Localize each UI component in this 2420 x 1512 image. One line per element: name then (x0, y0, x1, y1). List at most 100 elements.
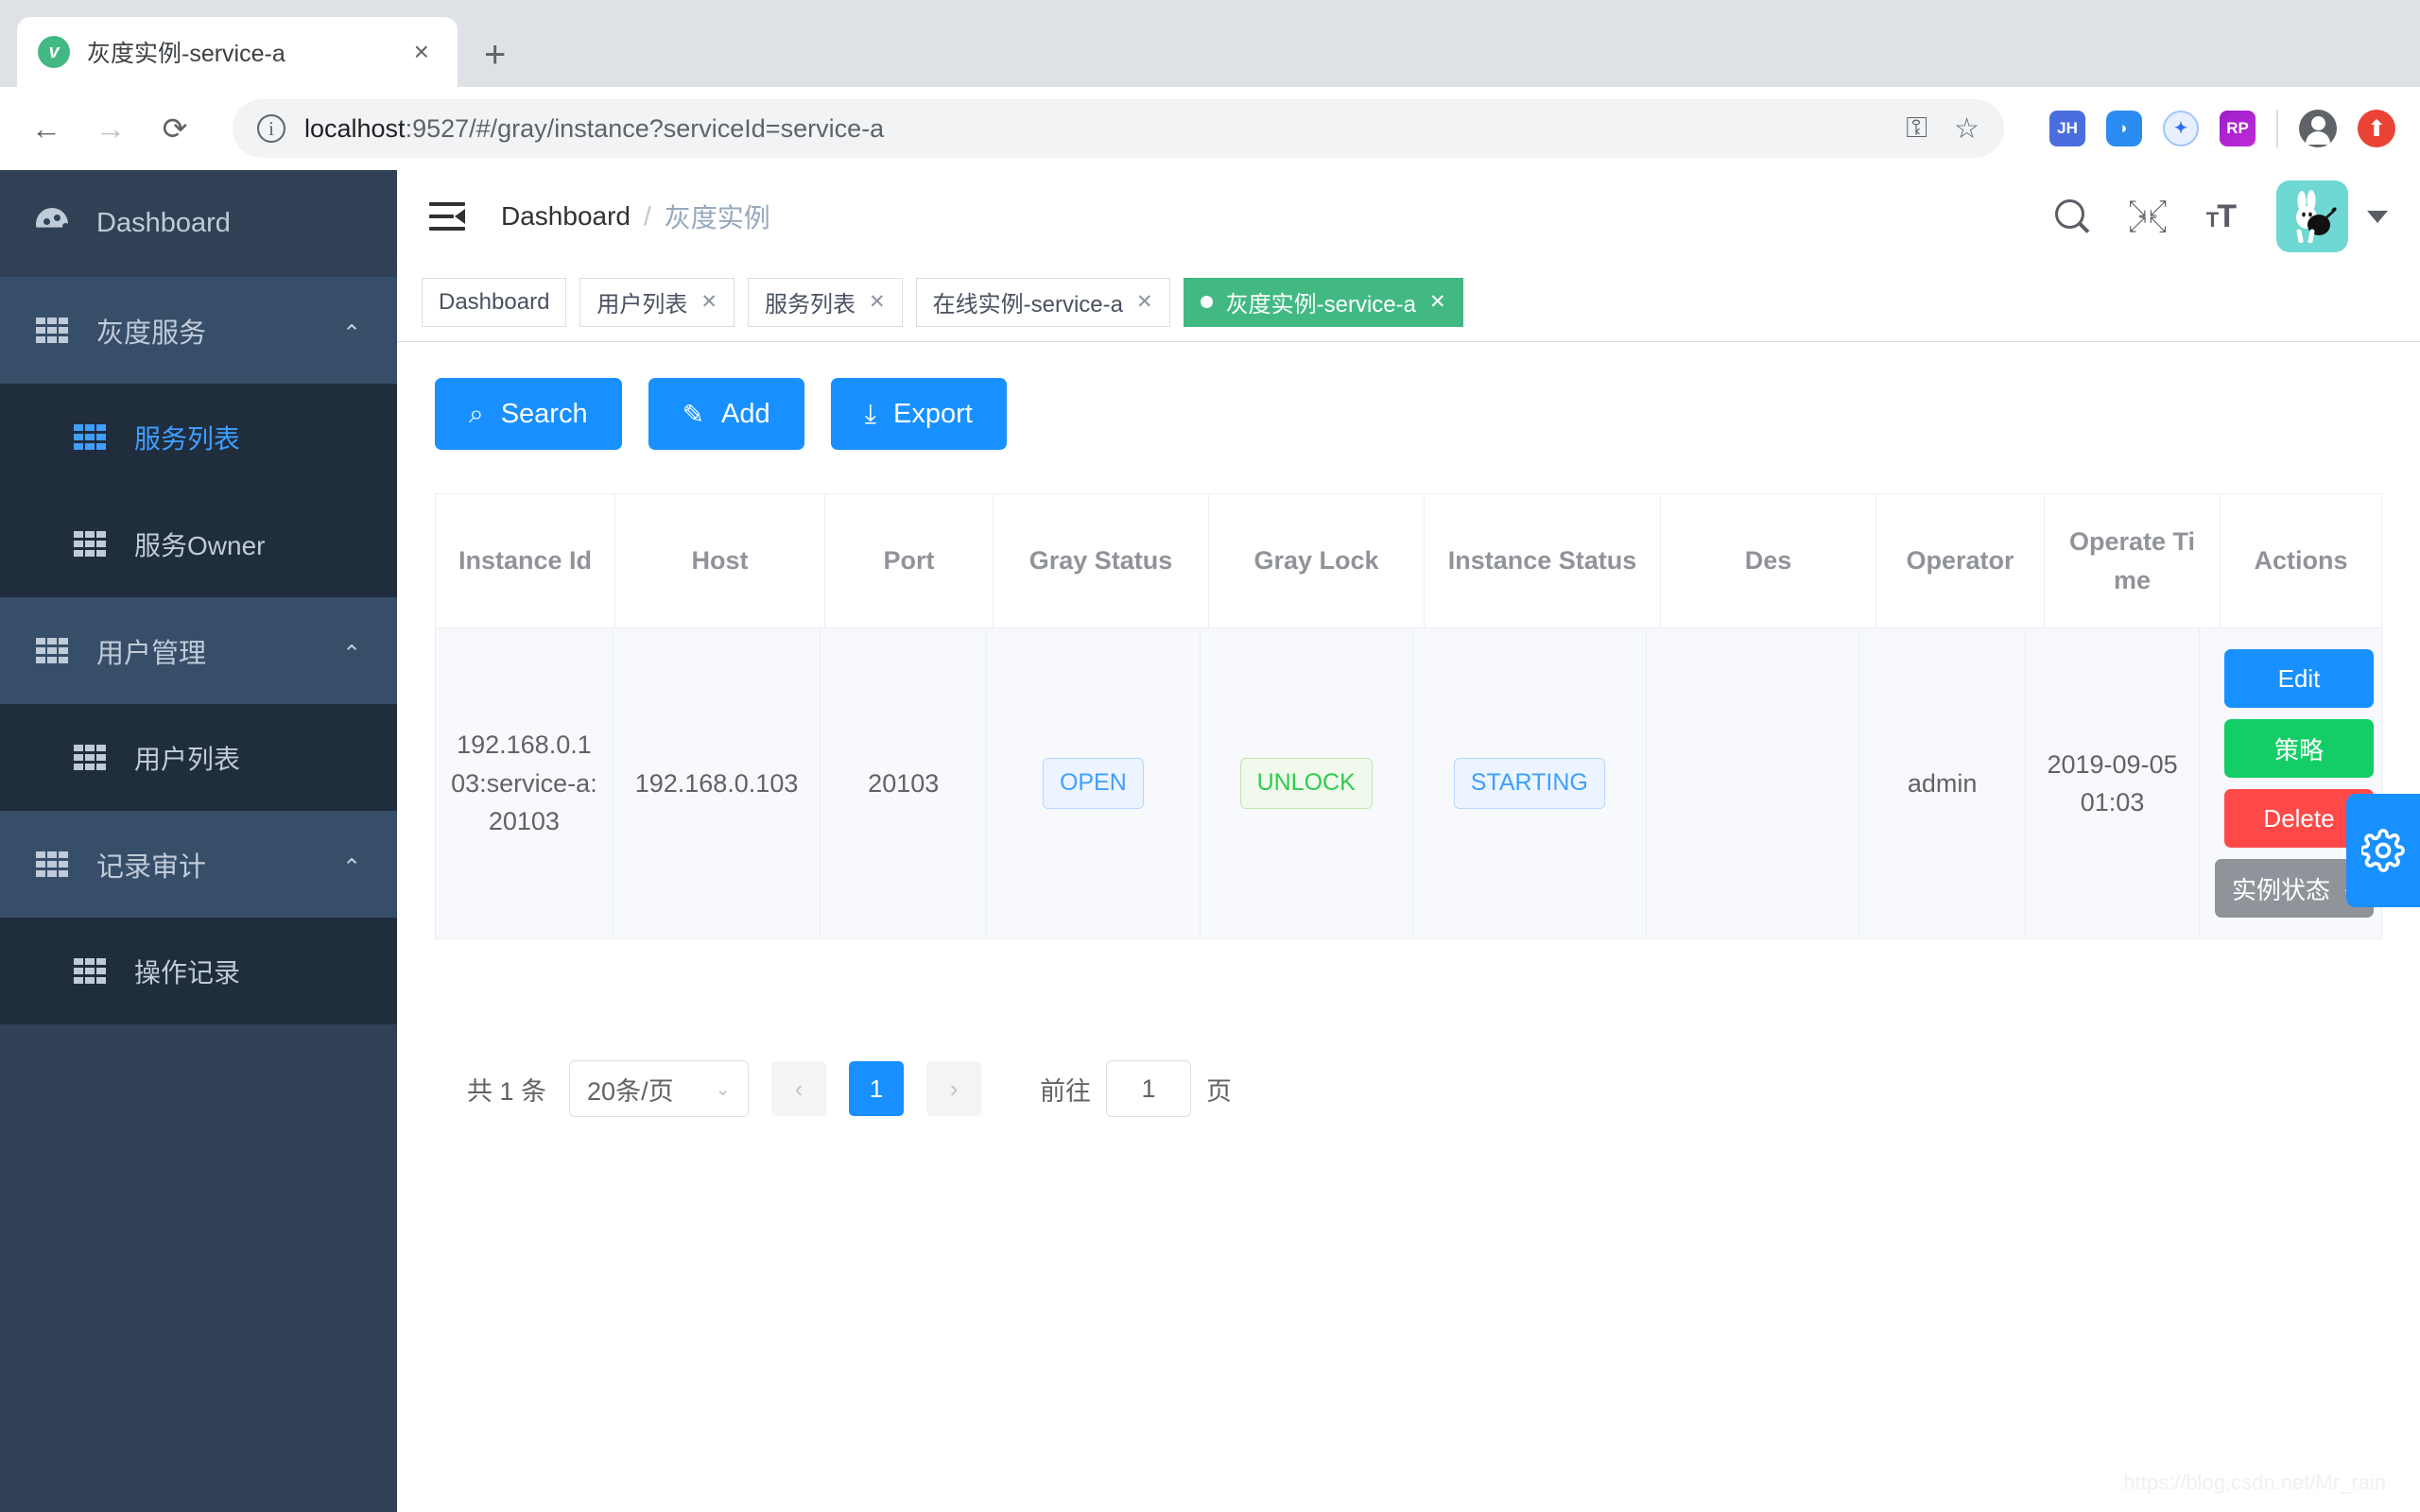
sidebar-item-service-owner[interactable]: 服务Owner (0, 490, 397, 597)
grid-icon (36, 851, 68, 878)
fullscreen-icon[interactable]: ⤡⤢⤢⤡ (2131, 199, 2165, 233)
browser-window: v 灰度实例-service-a × + ← → ⟳ i localhost:9… (0, 0, 2420, 1512)
add-button[interactable]: ✎ Add (648, 378, 804, 450)
column-header-operate-time: Operate Time (2045, 494, 2221, 628)
table-row[interactable]: 192.168.0.103:service-a:20103 192.168.0.… (436, 628, 2381, 939)
breadcrumb-root[interactable]: Dashboard (501, 201, 631, 232)
grid-icon (74, 958, 106, 985)
url-path: :9527/#/gray/instance?serviceId=service-… (406, 114, 885, 143)
droplet-icon[interactable]: ◗ (2106, 111, 2142, 146)
close-icon[interactable]: ✕ (700, 290, 717, 314)
column-header-host: Host (615, 494, 825, 628)
font-size-icon[interactable]: TT (2206, 198, 2235, 235)
chevron-up-icon: ⌄ (342, 319, 361, 342)
browser-tab-title: 灰度实例-service-a (87, 35, 389, 69)
sidebar-item-dashboard[interactable]: Dashboard (0, 170, 397, 277)
update-icon[interactable]: ⬆ (2358, 110, 2395, 147)
sidebar-group-gray-service[interactable]: 灰度服务 ⌄ (0, 277, 397, 384)
sidebar-group-audit[interactable]: 记录审计 ⌄ (0, 811, 397, 918)
forward-button[interactable]: → (89, 112, 132, 146)
navbar-actions: ⤡⤢⤢⤡ TT (2055, 180, 2388, 252)
add-button-label: Add (721, 399, 770, 430)
grid-icon (36, 638, 68, 664)
chevron-down-icon: ⌄ (715, 1077, 731, 1101)
circle-icon[interactable]: ✦ (2163, 111, 2199, 146)
new-tab-button[interactable]: + (484, 36, 506, 74)
policy-button[interactable]: 策略 (2224, 719, 2374, 778)
browser-tabstrip: v 灰度实例-service-a × + (0, 0, 2420, 87)
tab-label: 灰度实例-service-a (1226, 285, 1416, 318)
user-dropdown[interactable] (2276, 180, 2388, 252)
table-body: 192.168.0.103:service-a:20103 192.168.0.… (436, 628, 2381, 939)
site-info-icon[interactable]: i (257, 114, 285, 143)
search-button[interactable]: ⌕ Search (435, 378, 622, 450)
avatar[interactable] (2276, 180, 2348, 252)
column-header-des: Des (1661, 494, 1876, 628)
sidebar-group-user-management[interactable]: 用户管理 ⌄ (0, 597, 397, 704)
search-icon[interactable] (2055, 199, 2089, 233)
cell-host: 192.168.0.103 (614, 628, 821, 939)
export-button[interactable]: ⤓ Export (831, 378, 1007, 450)
password-key-icon[interactable]: ⚿ (1906, 112, 1927, 145)
sidebar-item-user-list[interactable]: 用户列表 (0, 704, 397, 811)
profile-avatar-icon[interactable] (2299, 110, 2337, 147)
cell-gray-lock: UNLOCK (1201, 628, 1413, 939)
chevron-up-icon: ⌄ (342, 853, 361, 876)
sidebar-item-label: Dashboard (96, 208, 231, 239)
settings-panel-toggle[interactable] (2346, 794, 2420, 907)
address-bar[interactable]: i localhost:9527/#/gray/instance?service… (233, 99, 2004, 158)
close-icon[interactable]: ✕ (1429, 290, 1446, 314)
goto-label: 前往 (1040, 1071, 1091, 1108)
instance-state-label: 实例状态 (2232, 871, 2330, 906)
chevron-down-icon[interactable] (2367, 211, 2388, 223)
chevron-up-icon: ⌄ (342, 640, 361, 662)
tab-online-instance[interactable]: 在线实例-service-a ✕ (916, 278, 1170, 327)
pagination-total: 共 1 条 (467, 1071, 546, 1108)
close-icon[interactable]: ✕ (1136, 290, 1153, 314)
page-number-1[interactable]: 1 (849, 1061, 904, 1116)
tab-label: 服务列表 (765, 285, 856, 318)
prev-page-button[interactable]: ‹ (771, 1061, 826, 1116)
cell-gray-status: OPEN (987, 628, 1200, 939)
back-button[interactable]: ← (25, 112, 68, 146)
top-navbar: Dashboard / 灰度实例 ⤡⤢⤢⤡ TT (397, 170, 2420, 263)
active-dot-icon (1201, 296, 1213, 308)
sidebar-group-label: 记录审计 (96, 845, 206, 885)
table-header-row: Instance Id Host Port Gray Status Gray L… (436, 494, 2381, 628)
extension-jh-icon[interactable]: JH (2049, 111, 2085, 146)
edit-button[interactable]: Edit (2224, 649, 2374, 708)
sidebar-item-service-list[interactable]: 服务列表 (0, 384, 397, 490)
extension-rp-icon[interactable]: RP (2220, 111, 2256, 146)
reload-button[interactable]: ⟳ (153, 111, 197, 146)
page-size-select[interactable]: 20条/页 ⌄ (569, 1060, 749, 1117)
sidebar-item-label: 服务Owner (134, 525, 265, 563)
search-icon: ⌕ (469, 399, 484, 430)
edit-pencil-icon: ✎ (683, 399, 704, 430)
export-button-label: Export (893, 399, 973, 430)
close-icon[interactable]: ✕ (869, 290, 886, 314)
watermark: https://blog.csdn.net/Mr_rain (2123, 1470, 2386, 1495)
column-header-actions: Actions (2221, 494, 2381, 628)
grid-icon (74, 745, 106, 771)
cell-operator: admin (1859, 628, 2026, 939)
close-icon[interactable]: × (406, 35, 437, 69)
tab-service-list[interactable]: 服务列表 ✕ (748, 278, 903, 327)
goto-page-input[interactable]: 1 (1106, 1060, 1191, 1117)
tab-user-list[interactable]: 用户列表 ✕ (579, 278, 735, 327)
sidebar-item-operation-log[interactable]: 操作记录 (0, 918, 397, 1024)
page-content: ⌕ Search ✎ Add ⤓ Export Inst (397, 342, 2420, 1512)
vue-icon: v (38, 36, 70, 68)
collapse-icon[interactable] (429, 202, 465, 231)
tab-label: 用户列表 (596, 285, 687, 318)
status-badge: STARTING (1454, 758, 1605, 809)
bookmark-star-icon[interactable]: ☆ (1954, 112, 1979, 146)
tab-gray-instance[interactable]: 灰度实例-service-a ✕ (1184, 278, 1463, 327)
breadcrumb-current: 灰度实例 (665, 198, 770, 235)
rabbit-avatar-icon (2288, 190, 2337, 243)
column-header-gray-lock: Gray Lock (1209, 494, 1425, 628)
extensions-row: JH ◗ ✦ RP ⬆ (2049, 110, 2395, 147)
tab-dashboard[interactable]: Dashboard (422, 278, 566, 327)
browser-tab[interactable]: v 灰度实例-service-a × (17, 17, 458, 87)
next-page-button[interactable]: › (926, 1061, 981, 1116)
grid-icon (36, 318, 68, 344)
